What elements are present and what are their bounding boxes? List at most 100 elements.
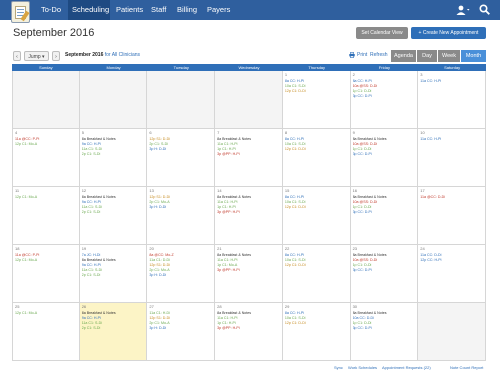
footer-link-sync[interactable]: Sync — [334, 365, 343, 370]
appointment-item[interactable]: 3p CC: D-Pi — [353, 94, 417, 99]
prev-month-button[interactable]: ‹ — [13, 51, 21, 61]
appointment-item[interactable]: 2p C1: S-Di — [82, 152, 146, 157]
search-icon[interactable] — [479, 4, 490, 15]
appointment-item[interactable]: 3p H: D-Di — [149, 205, 213, 210]
calendar-day-cell[interactable]: 17 11a @CC: D-Di — [418, 187, 486, 245]
nav-item-staff[interactable]: Staff — [148, 0, 172, 20]
appointment-item[interactable]: 12p CC: H-Pi — [420, 258, 484, 263]
chevron-left-icon: ‹ — [16, 54, 18, 60]
calendar-day-cell[interactable]: 14 8a Breakfast & Notes 11a C1: H-Pi 1p C1:… — [215, 187, 283, 245]
appointment-item[interactable]: 11a @CC: D-Di — [420, 195, 484, 200]
calendar-day-cell[interactable] — [12, 71, 80, 129]
calendar-day-cell[interactable]: 26 8a Breakfast & Notes 9a CC: H-Pi 11a C1:… — [79, 303, 148, 361]
calendar-day-cell[interactable]: 6 12p S1: D-Di 2p C1: S-Di 3p H: D-Di — [147, 129, 216, 187]
appointment-item[interactable]: 2p C1: S-Di — [82, 210, 146, 215]
nav-item-scheduling[interactable]: Scheduling — [68, 0, 110, 20]
nav-item-payers[interactable]: Payers — [204, 0, 234, 20]
calendar-day-cell[interactable]: 13 12p S1: D-Di 2p C1: Mo-A 3p H: D-Di — [147, 187, 216, 245]
appointment-item[interactable]: 3p H: D-Di — [149, 147, 213, 152]
app-logo[interactable] — [11, 1, 30, 23]
calendar-day-cell[interactable]: 20 8a @CC: Mo-Z 11a C1: D-Di 12p S1: D-Di 2p… — [147, 245, 216, 303]
day-number: 23 — [352, 246, 358, 251]
appointment-item[interactable]: 3p H: D-Di — [149, 326, 213, 331]
calendar-day-cell[interactable]: 28 8a Breakfast & Notes 11a C1: H-Pi 1p C1:… — [215, 303, 283, 361]
appointment-item[interactable]: 12p C1: Mo-A — [15, 195, 78, 200]
day-number: 5 — [81, 130, 84, 135]
footer-link-note-count-report[interactable]: Note Count Report — [450, 365, 483, 370]
view-day-button[interactable]: Day — [417, 50, 437, 62]
calendar-day-cell[interactable]: 1 8a CC: H-Pi 10a C1: S-Di 12p C1: D-Di — [282, 71, 351, 129]
calendar-day-cell[interactable]: 18 11a @CC: P-Pi 12p C1: Mo-A — [12, 245, 80, 303]
calendar-day-cell[interactable]: 8 8a CC: H-Pi 10a C1: S-Di 12p C1: D-Di — [282, 129, 351, 187]
appointment-item[interactable]: 12p C1: Mo-A — [15, 258, 78, 263]
view-agenda-button[interactable]: Agenda — [391, 50, 416, 62]
calendar-day-cell[interactable]: 30 8a Breakfast & Notes 10a CC: D-Di 1p C1:… — [350, 303, 419, 361]
appointment-item[interactable]: 12p C1: D-Di — [285, 321, 349, 326]
calendar-day-cell[interactable]: 22 8a CC: H-Pi 10a C1: S-Di 12p C1: D-Di — [282, 245, 351, 303]
view-week-button[interactable]: Week — [438, 50, 460, 62]
calendar-day-cell[interactable]: 5 8a Breakfast & Notes 9a CC: H-Pi 11a C1: … — [79, 129, 148, 187]
appointment-item[interactable]: 11a CC: H-Pi — [420, 79, 484, 84]
next-month-button[interactable]: › — [52, 51, 60, 61]
day-number: 15 — [284, 188, 290, 193]
appointment-item[interactable]: 3p H: D-Di — [149, 273, 213, 278]
calendar-day-cell[interactable]: 3 11a CC: H-Pi — [418, 71, 486, 129]
appointment-item[interactable]: 3p @PP: H-Pi — [217, 210, 281, 215]
logo-line — [17, 12, 24, 13]
nav-item-todo[interactable]: To-Do — [36, 0, 66, 20]
weekday-label: Saturday — [444, 65, 461, 70]
appointment-item[interactable]: 12p C1: D-Di — [285, 263, 349, 268]
appointment-list: 8a Breakfast & Notes 10a @SS: D-Di 1p C1: … — [353, 137, 417, 157]
day-number: 24 — [420, 246, 425, 251]
appointment-item[interactable]: 12p C1: Mo-A — [15, 311, 78, 316]
appointment-item[interactable]: 3p @PP: H-Pi — [217, 326, 281, 331]
calendar-day-cell[interactable]: 25 12p C1: Mo-A — [12, 303, 80, 361]
appointment-item[interactable]: 2p C1: S-Di — [82, 273, 146, 278]
calendar-day-cell[interactable]: 21 8a Breakfast & Notes 11a C1: H-Pi 1p C1:… — [215, 245, 283, 303]
appointment-item[interactable]: 12p C1: D-Di — [285, 147, 349, 152]
footer-link-work-schedules[interactable]: Work Schedules — [348, 365, 377, 370]
appointment-item[interactable]: 3p CC: D-Pi — [353, 152, 417, 157]
appointment-item[interactable]: 12p C1: D-Di — [285, 205, 349, 210]
calendar-day-cell[interactable] — [79, 71, 148, 129]
refresh-link[interactable]: Refresh — [370, 52, 388, 58]
set-calendar-view-button[interactable]: Set Calendar View — [356, 27, 408, 39]
calendar-day-cell[interactable]: 11 12p C1: Mo-A — [12, 187, 80, 245]
print-link[interactable]: Print — [357, 52, 367, 58]
appointment-item[interactable]: 2p C1: S-Di — [82, 326, 146, 331]
calendar-day-cell[interactable] — [215, 71, 283, 129]
appointment-item[interactable]: 3p @PP: H-Pi — [217, 152, 281, 157]
calendar-day-cell[interactable]: 23 8a Breakfast & Notes 10a @SS: D-Di 1p C1… — [350, 245, 419, 303]
appointment-list: 8a CC: H-Pi 10a C1: S-Di 12p C1: D-Di — [285, 311, 349, 326]
calendar-day-cell[interactable] — [418, 303, 486, 361]
user-icon[interactable] — [456, 5, 470, 15]
nav-item-patients[interactable]: Patients — [113, 0, 145, 20]
calendar-day-cell[interactable]: 2 8a CC: H-Pi 10a @SS: D-Di 1p C1: D-Di 3p C… — [350, 71, 419, 129]
footer-link-appointment-requests[interactable]: Appointment Requests (22) — [382, 365, 431, 370]
calendar-day-cell[interactable]: 15 8a CC: H-Pi 10a C1: S-Di 12p C1: D-Di — [282, 187, 351, 245]
calendar-day-cell[interactable]: 27 11a C1: H-Di 12p S1: D-Di 2p C1: Mo-A 3p … — [147, 303, 216, 361]
clinicians-filter-link[interactable]: for All Clinicians — [105, 52, 140, 58]
appointment-item[interactable]: 3p CC: D-Pi — [353, 326, 417, 331]
calendar-day-cell[interactable]: 4 11a @CC: P-Pi 12p C1: Mo-A — [12, 129, 80, 187]
nav-item-billing[interactable]: Billing — [174, 0, 202, 20]
calendar-day-cell[interactable]: 16 8a Breakfast & Notes 10a @SS: D-Di 1p C1… — [350, 187, 419, 245]
appointment-item[interactable]: 12p C1: Mo-A — [15, 142, 78, 147]
calendar-day-cell[interactable]: 7 8a Breakfast & Notes 11a C1: H-Pi 1p C1: … — [215, 129, 283, 187]
appointment-item[interactable]: 3p CC: D-Pi — [353, 268, 417, 273]
print-icon[interactable] — [349, 52, 355, 58]
calendar-day-cell[interactable]: 24 11a CC: D-Di 12p CC: H-Pi — [418, 245, 486, 303]
calendar-day-cell[interactable]: 12 8a Breakfast & Notes 9a CC: H-Pi 11a C1:… — [79, 187, 148, 245]
calendar-day-cell[interactable]: 10 11a CC: H-Pi — [418, 129, 486, 187]
calendar-day-cell[interactable]: 9 8a Breakfast & Notes 10a @SS: D-Di 1p C1:… — [350, 129, 419, 187]
appointment-item[interactable]: 3p CC: D-Pi — [353, 210, 417, 215]
appointment-item[interactable]: 3p @PP: H-Pi — [217, 268, 281, 273]
jump-dropdown[interactable]: Jump ▾ — [24, 51, 49, 61]
calendar-day-cell[interactable] — [147, 71, 216, 129]
appointment-item[interactable]: 12p C1: D-Di — [285, 89, 349, 94]
view-month-button[interactable]: Month — [461, 50, 486, 62]
calendar-day-cell[interactable]: 19 7a JC: H-Di 8a Breakfast & Notes 9a CC: … — [79, 245, 148, 303]
appointment-item[interactable]: 11a CC: H-Pi — [420, 137, 484, 142]
calendar-day-cell[interactable]: 29 8a CC: H-Pi 10a C1: S-Di 12p C1: D-Di — [282, 303, 351, 361]
create-appointment-button[interactable]: + Create New Appointment — [411, 27, 486, 39]
